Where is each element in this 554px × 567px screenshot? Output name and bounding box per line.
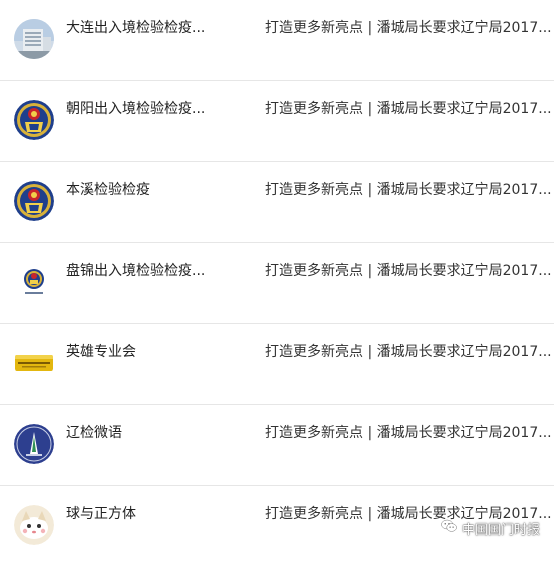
latest-article-title[interactable]: 打造更多新亮点 | 潘城局长要求辽宁局2017... [265,99,554,119]
liaojian-logo-icon[interactable] [14,424,54,464]
list-item[interactable]: 本溪检验检疫 打造更多新亮点 | 潘城局长要求辽宁局2017... [0,162,554,243]
latest-article-title[interactable]: 打造更多新亮点 | 潘城局长要求辽宁局2017... [265,423,554,443]
list-item[interactable]: 盘锦出入境检验检疫... 打造更多新亮点 | 潘城局长要求辽宁局2017... [0,243,554,324]
latest-article-title[interactable]: 打造更多新亮点 | 潘城局长要求辽宁局2017... [265,261,554,281]
building-photo-icon[interactable] [14,19,54,59]
account-name[interactable]: 英雄专业会 [66,342,136,362]
watermark: 中国国门时报 [440,517,540,539]
list-item[interactable]: 辽检微语 打造更多新亮点 | 潘城局长要求辽宁局2017... [0,405,554,486]
ciq-emblem-icon[interactable] [14,181,54,221]
ciq-emblem-icon[interactable] [14,100,54,140]
account-name[interactable]: 本溪检验检疫 [66,180,150,200]
list-item[interactable]: 朝阳出入境检验检疫... 打造更多新亮点 | 潘城局长要求辽宁局2017... [0,81,554,162]
account-list: 大连出入境检验检疫... 打造更多新亮点 | 潘城局长要求辽宁局2017... … [0,0,554,567]
list-item[interactable]: 大连出入境检验检疫... 打造更多新亮点 | 潘城局长要求辽宁局2017... [0,0,554,81]
ciq-emblem-small-icon[interactable] [14,262,54,302]
account-name[interactable]: 辽检微语 [66,423,122,443]
account-name[interactable]: 球与正方体 [66,504,136,524]
gold-card-icon[interactable] [14,343,54,383]
cartoon-cat-icon[interactable] [14,505,54,545]
account-name[interactable]: 朝阳出入境检验检疫... [66,99,205,119]
latest-article-title[interactable]: 打造更多新亮点 | 潘城局长要求辽宁局2017... [265,342,554,362]
wechat-icon [440,517,458,539]
list-item[interactable]: 英雄专业会 打造更多新亮点 | 潘城局长要求辽宁局2017... [0,324,554,405]
account-name[interactable]: 盘锦出入境检验检疫... [66,261,205,281]
account-name[interactable]: 大连出入境检验检疫... [66,18,205,38]
latest-article-title[interactable]: 打造更多新亮点 | 潘城局长要求辽宁局2017... [265,18,554,38]
latest-article-title[interactable]: 打造更多新亮点 | 潘城局长要求辽宁局2017... [265,180,554,200]
watermark-text: 中国国门时报 [461,522,540,538]
